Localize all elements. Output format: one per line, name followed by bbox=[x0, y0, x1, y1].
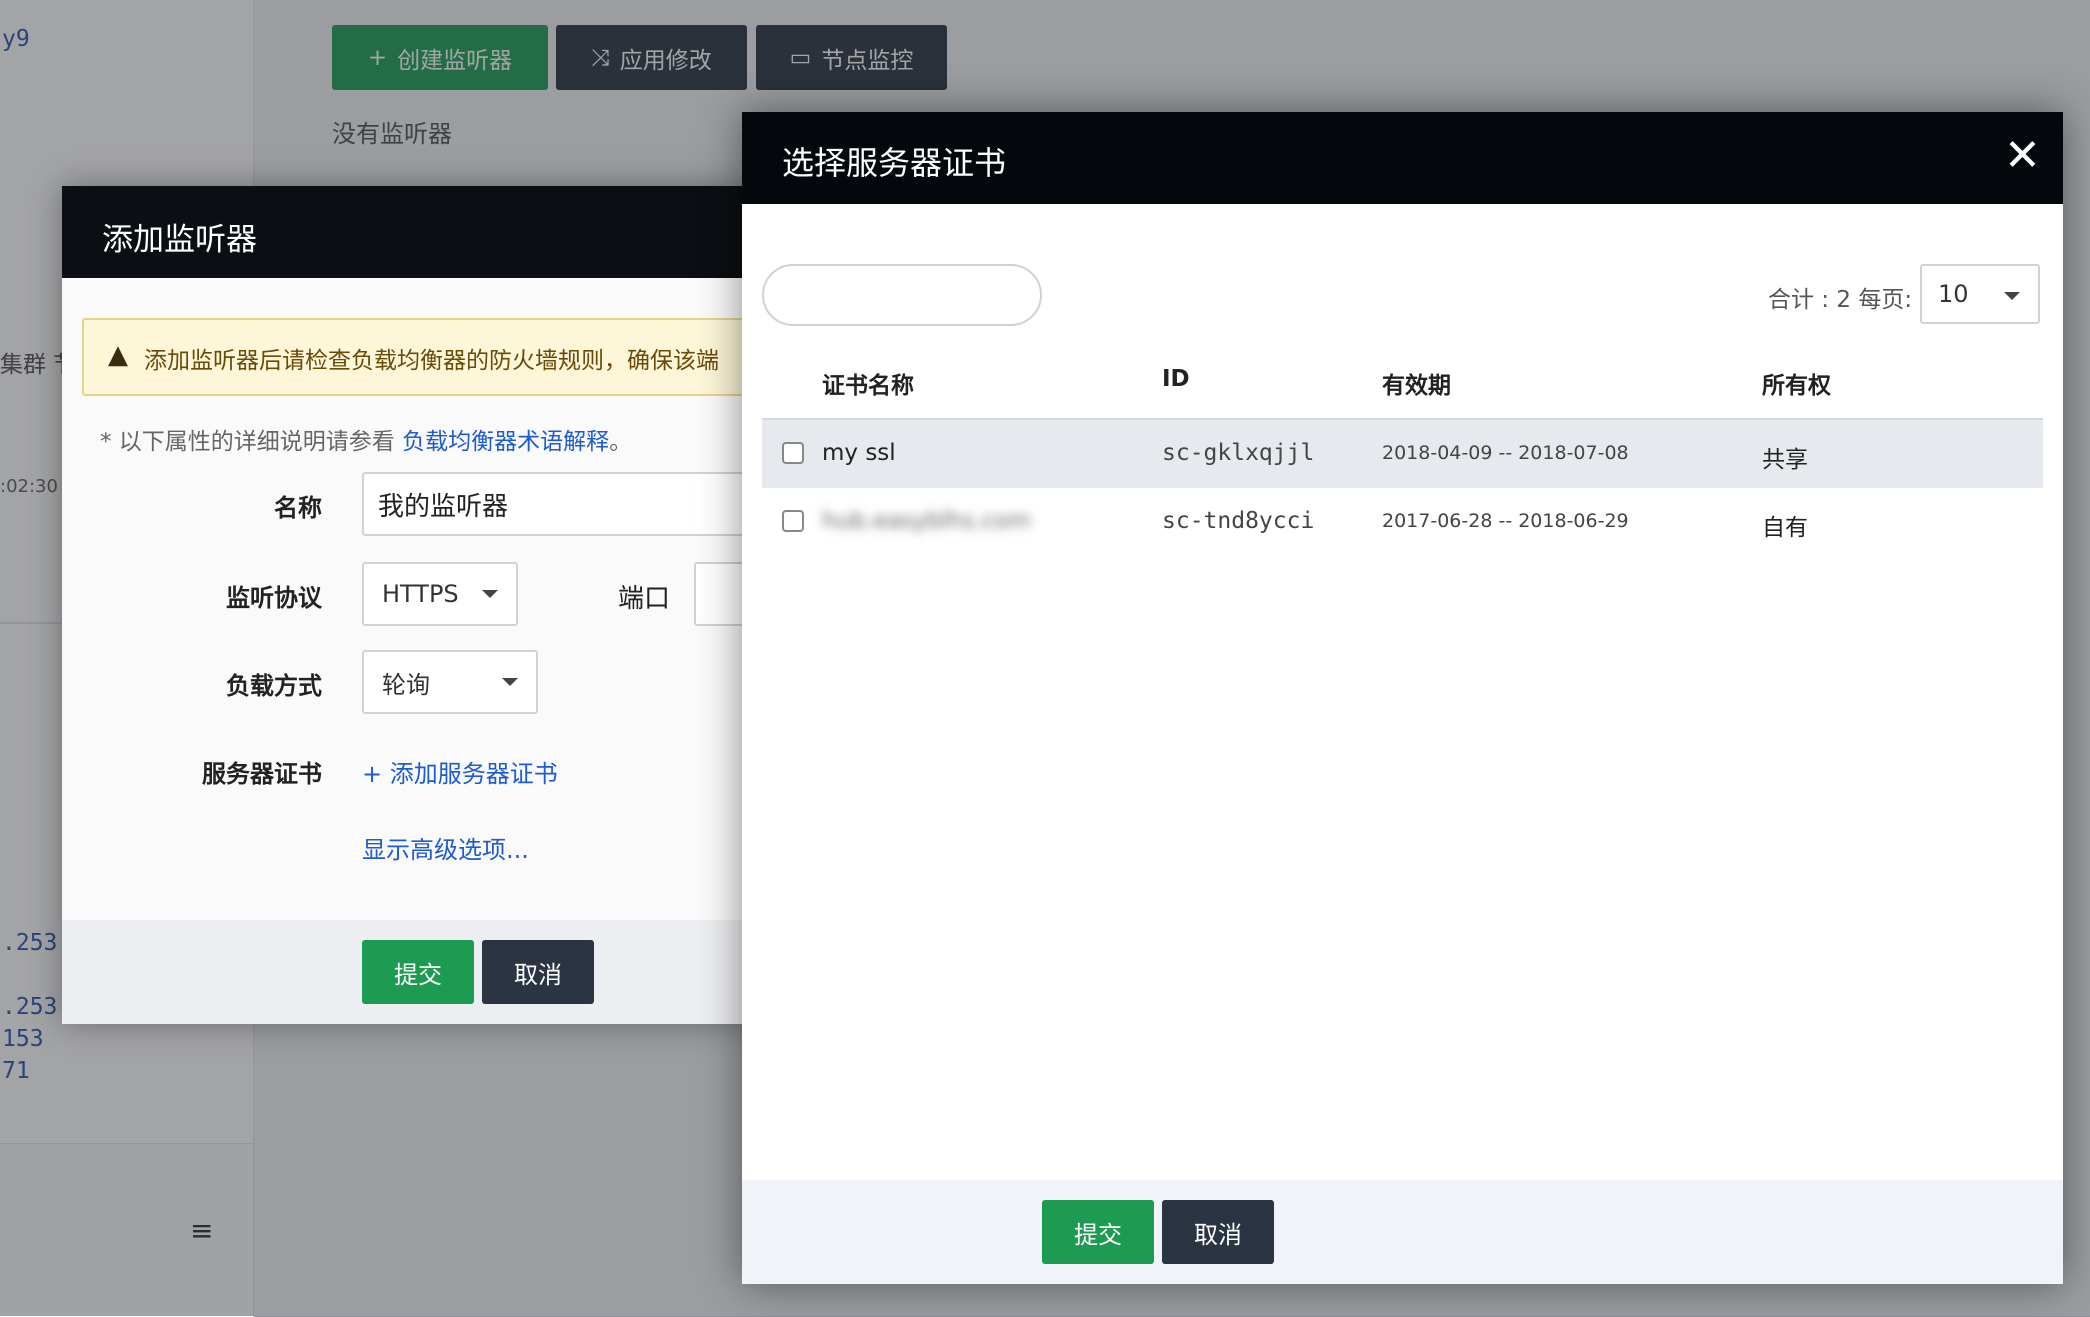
select-cert-dialog: 选择服务器证书 ✕ 合计 : 2 每页: 10 证书名称 ID 有效期 所有权 … bbox=[742, 112, 2063, 1284]
listener-name-input[interactable]: 我的监听器 bbox=[362, 472, 782, 536]
port-label: 端口 bbox=[618, 584, 671, 614]
select-cert-cancel-button[interactable]: 取消 bbox=[1162, 1200, 1274, 1264]
cert-validity: 2017-06-28 -- 2018-06-29 bbox=[1382, 510, 1629, 532]
protocol-label: 监听协议 bbox=[226, 584, 322, 612]
add-server-cert-link[interactable]: + 添加服务器证书 bbox=[362, 754, 558, 789]
warning-icon: ▲ bbox=[108, 340, 128, 370]
row-checkbox[interactable] bbox=[782, 442, 804, 464]
row-checkbox[interactable] bbox=[782, 510, 804, 532]
add-listener-dialog: 添加监听器 ▲ 添加监听器后请检查负载均衡器的防火墙规则，确保该端 * 以下属性… bbox=[62, 186, 814, 1024]
column-header-validity: 有效期 bbox=[1382, 373, 1451, 399]
per-page-value: 10 bbox=[1938, 280, 1969, 308]
balance-mode-select[interactable]: 轮询 bbox=[362, 650, 538, 714]
select-cert-footer: 提交 取消 bbox=[742, 1180, 2063, 1284]
firewall-warning: ▲ 添加监听器后请检查负载均衡器的防火墙规则，确保该端 bbox=[82, 318, 786, 396]
show-advanced-link[interactable]: 显示高级选项... bbox=[362, 830, 529, 865]
column-header-owner: 所有权 bbox=[1762, 373, 1831, 399]
per-page-control: 10 bbox=[1920, 264, 2040, 324]
table-row[interactable]: hub.easyblhs.com sc-tnd8ycci 2017-06-28 … bbox=[762, 488, 2043, 558]
cert-owner: 自有 bbox=[1762, 515, 1808, 541]
name-label: 名称 bbox=[274, 494, 322, 522]
add-listener-submit-button[interactable]: 提交 bbox=[362, 940, 474, 1004]
warning-text: 添加监听器后请检查负载均衡器的防火墙规则，确保该端 bbox=[144, 348, 719, 374]
cert-name: my ssl bbox=[822, 440, 896, 466]
per-page-select[interactable]: 10 bbox=[1920, 264, 2040, 324]
select-cert-title: 选择服务器证书 bbox=[782, 144, 1007, 182]
close-icon[interactable]: ✕ bbox=[2004, 130, 2041, 181]
select-cert-header: 选择服务器证书 ✕ bbox=[742, 112, 2063, 204]
cert-validity: 2018-04-09 -- 2018-07-08 bbox=[1382, 442, 1629, 464]
balance-mode-value: 轮询 bbox=[382, 670, 430, 699]
select-cert-submit-button[interactable]: 提交 bbox=[1042, 1200, 1154, 1264]
add-listener-title: 添加监听器 bbox=[102, 222, 257, 258]
protocol-value: HTTPS bbox=[382, 580, 459, 608]
cert-id: sc-tnd8ycci bbox=[1162, 508, 1315, 534]
add-listener-cancel-button[interactable]: 取消 bbox=[482, 940, 594, 1004]
column-header-id: ID bbox=[1162, 366, 1190, 392]
server-cert-label: 服务器证书 bbox=[202, 760, 322, 788]
table-row[interactable]: my ssl sc-gklxqjjl 2018-04-09 -- 2018-07… bbox=[762, 418, 2043, 490]
balance-mode-label: 负载方式 bbox=[226, 672, 322, 700]
terms-link[interactable]: 负载均衡器术语解释 bbox=[402, 429, 609, 455]
chevron-down-icon bbox=[482, 590, 498, 598]
terms-hint: * 以下属性的详细说明请参看 负载均衡器术语解释。 bbox=[100, 422, 632, 456]
cert-search-input[interactable] bbox=[762, 264, 1042, 326]
add-listener-header: 添加监听器 bbox=[62, 186, 762, 278]
terms-hint-prefix: * 以下属性的详细说明请参看 bbox=[100, 429, 395, 455]
cert-id: sc-gklxqjjl bbox=[1162, 440, 1315, 466]
cert-name: hub.easyblhs.com bbox=[822, 508, 1031, 534]
chevron-down-icon bbox=[2004, 292, 2020, 300]
column-header-name: 证书名称 bbox=[822, 373, 914, 399]
total-count: 合计 : 2 每页: bbox=[1768, 287, 1913, 313]
cert-owner: 共享 bbox=[1762, 447, 1808, 473]
terms-hint-suffix: 。 bbox=[609, 429, 633, 455]
chevron-down-icon bbox=[502, 678, 518, 686]
protocol-select[interactable]: HTTPS bbox=[362, 562, 518, 626]
